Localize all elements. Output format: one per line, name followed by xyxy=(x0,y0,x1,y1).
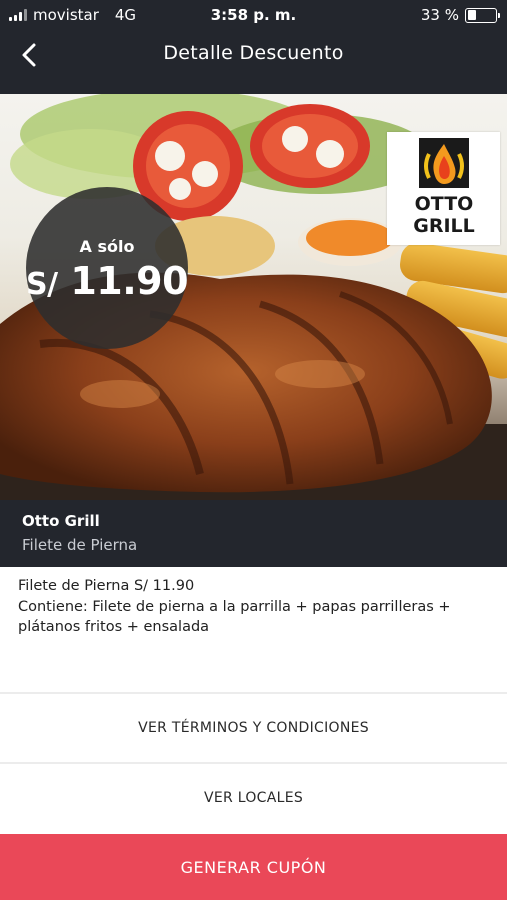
offer-description: Filete de Pierna S/ 11.90 Contiene: File… xyxy=(18,576,493,638)
logo-text-top: OTTO xyxy=(415,193,474,215)
promo-image: A sólo S/ 11.90 OTTO GRILL xyxy=(0,94,507,500)
description-line-2: Contiene: Filete de pierna a la parrilla… xyxy=(18,598,451,636)
merchant-logo: OTTO GRILL xyxy=(387,132,500,245)
description-line-1: Filete de Pierna S/ 11.90 xyxy=(18,578,195,594)
generate-coupon-button[interactable]: GENERAR CUPÓN xyxy=(0,834,507,900)
nav-header: Detalle Descuento xyxy=(0,30,507,94)
terms-button[interactable]: VER TÉRMINOS Y CONDICIONES xyxy=(0,694,507,762)
page-title: Detalle Descuento xyxy=(163,42,344,64)
status-right: 33 % xyxy=(420,6,500,24)
logo-text-bottom: GRILL xyxy=(413,215,475,237)
price-value: 11.90 xyxy=(70,259,189,303)
battery-icon xyxy=(465,7,500,23)
locations-button[interactable]: VER LOCALES xyxy=(0,764,507,832)
price-prefix: A sólo xyxy=(79,237,135,256)
product-name: Filete de Pierna xyxy=(22,536,138,554)
status-bar: movistar 4G 3:58 p. m. 33 % xyxy=(0,0,507,30)
price-currency: S/ xyxy=(26,267,58,302)
merchant-name: Otto Grill xyxy=(22,512,100,530)
battery-percent: 33 % xyxy=(420,6,459,24)
top-bar: movistar 4G 3:58 p. m. 33 % Detalle Desc… xyxy=(0,0,507,94)
merchant-strip: Otto Grill Filete de Pierna xyxy=(0,500,507,567)
price-badge: A sólo S/ 11.90 xyxy=(26,187,189,349)
price-amount: S/ 11.90 xyxy=(26,259,189,303)
otto-grill-logo: OTTO GRILL xyxy=(413,138,475,237)
